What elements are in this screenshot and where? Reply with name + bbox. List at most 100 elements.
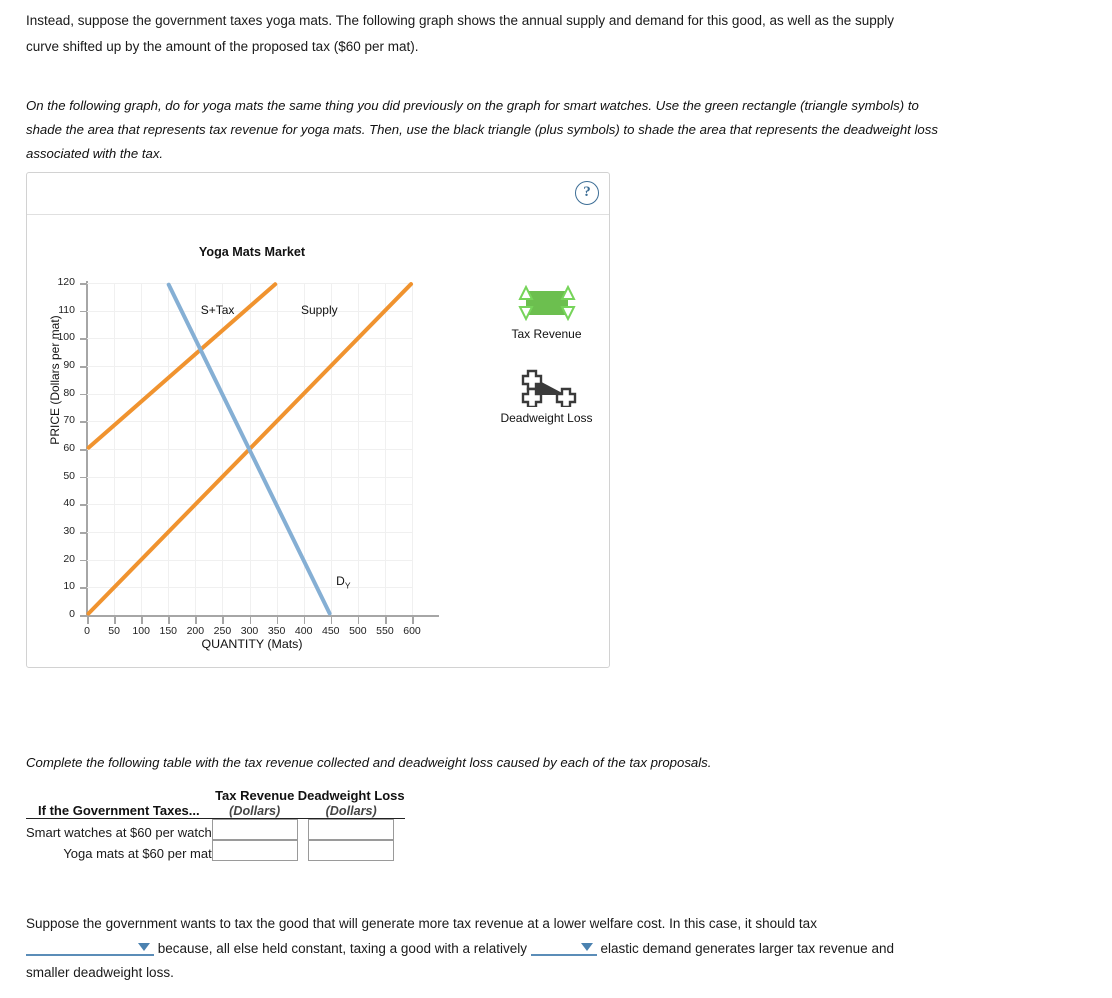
- gridline-horizontal: [87, 283, 412, 284]
- legend-item-tax-revenue[interactable]: Tax Revenue: [474, 283, 619, 341]
- gridline-horizontal: [87, 504, 412, 506]
- chart-title: Yoga Mats Market: [198, 245, 306, 259]
- green-rectangle-triangle-handles-icon: [517, 285, 576, 321]
- y-axis-tick: [80, 310, 87, 313]
- cell-yoga-mats-tax-revenue: [211, 840, 298, 861]
- x-axis-tick: [412, 617, 414, 624]
- x-axis-tick: [222, 617, 224, 624]
- y-axis-tick: [80, 559, 87, 562]
- legend-label-deadweight-loss: Deadweight Loss: [500, 411, 593, 425]
- intro-paragraph: Instead, suppose the government taxes yo…: [26, 13, 895, 54]
- gridline-horizontal: [87, 338, 412, 340]
- y-axis-tick: [80, 449, 87, 451]
- x-axis-tick: [303, 617, 306, 624]
- y-axis-tick: [80, 338, 87, 340]
- x-axis-tick: [114, 617, 116, 624]
- x-axis-tick: [87, 617, 89, 624]
- x-axis-tick: [249, 617, 252, 624]
- tax-comparison-table: Tax Revenue Deadweight Loss If the Gover…: [26, 788, 405, 861]
- y-axis-tick-label: 40: [63, 497, 75, 510]
- gridline-horizontal: [87, 393, 412, 395]
- y-axis-tick-label: 70: [63, 414, 75, 427]
- good-select-dropdown[interactable]: [26, 939, 154, 956]
- column-units-tax-revenue: (Dollars): [211, 803, 298, 819]
- y-axis-tick: [80, 283, 87, 285]
- y-axis-tick-label: 50: [63, 469, 75, 482]
- gridline-horizontal: [87, 310, 412, 312]
- curve-label-supply: Supply: [300, 302, 338, 317]
- x-axis-tick: [168, 617, 170, 624]
- table-intro-paragraph: Complete the following table with the ta…: [26, 755, 712, 770]
- closing-text-part1: Suppose the government wants to tax the …: [26, 916, 817, 931]
- gridline-horizontal: [87, 421, 412, 423]
- x-axis-tick: [384, 617, 387, 624]
- table-row: Smart watches at $60 per watch: [26, 819, 405, 840]
- graph-panel-header: ?: [27, 173, 609, 215]
- table-header-row-titles: Tax Revenue Deadweight Loss: [26, 788, 405, 803]
- closing-text-part2: because, all else held constant, taxing …: [157, 940, 527, 956]
- y-axis-tick-label: 100: [57, 331, 75, 344]
- green-rectangle-icon[interactable]: [474, 283, 619, 323]
- chevron-down-icon: [580, 942, 593, 951]
- input-yoga-mats-tax-revenue[interactable]: [211, 840, 298, 861]
- row-label-yoga-mats: Yoga mats at $60 per mat: [63, 846, 212, 861]
- y-axis-tick: [80, 393, 87, 396]
- gridline-horizontal: [87, 587, 412, 589]
- column-title-tax-revenue: Tax Revenue: [215, 788, 295, 803]
- y-axis-tick-label: 20: [63, 552, 75, 565]
- y-axis-tick-label: 90: [63, 359, 75, 371]
- y-axis-tick-label: 0: [69, 608, 75, 620]
- chevron-down-icon: [138, 942, 150, 951]
- column-units-deadweight-loss: (Dollars): [297, 803, 405, 819]
- worksheet-page: Instead, suppose the government taxes yo…: [0, 0, 1112, 998]
- gridline-horizontal: [87, 366, 412, 367]
- row-label-smart-watches: Smart watches at $60 per watch: [26, 825, 212, 840]
- column-title-deadweight-loss: Deadweight Loss: [297, 788, 405, 803]
- legend-palette: Tax Revenue Deadweight Loss: [474, 283, 619, 451]
- y-axis-tick-label: 30: [63, 525, 75, 537]
- y-axis-tick: [80, 366, 87, 368]
- y-axis-tick: [80, 587, 87, 589]
- x-axis-tick: [195, 617, 197, 624]
- input-smart-watches-tax-revenue[interactable]: [211, 819, 298, 840]
- y-axis-tick-label: 120: [57, 276, 75, 288]
- black-triangle-plus-handles-icon: [521, 369, 576, 407]
- cell-smart-watches-deadweight-loss: [298, 819, 405, 840]
- graph-panel: ? Yoga Mats Market QUANTITY (Mats) PRICE…: [26, 172, 610, 668]
- x-axis-tick: [330, 617, 333, 624]
- y-axis-tick: [80, 421, 87, 423]
- y-axis-tick-label: 110: [58, 303, 75, 316]
- y-axis-tick-label: 60: [63, 442, 75, 454]
- y-axis-tick: [80, 532, 87, 534]
- gridline-vertical: [412, 283, 413, 615]
- row-header-label: If the Government Taxes...: [26, 803, 212, 819]
- input-smart-watches-deadweight-loss[interactable]: [308, 819, 395, 840]
- curve-label-s-plus-tax: S+Tax: [200, 302, 235, 317]
- instruction-paragraph: On the following graph, do for yoga mats…: [26, 98, 938, 161]
- black-triangle-icon[interactable]: [474, 367, 619, 407]
- gridline-horizontal: [87, 476, 412, 478]
- y-axis-tick-label: 10: [63, 580, 75, 593]
- curve-label-demand: DY: [336, 573, 351, 591]
- y-axis-tick: [80, 615, 87, 617]
- help-icon[interactable]: ?: [575, 181, 599, 205]
- x-axis-tick-label: 600: [403, 625, 421, 637]
- y-axis-tick: [80, 504, 87, 506]
- gridline-horizontal: [87, 532, 412, 533]
- x-axis-tick: [357, 617, 360, 624]
- cell-smart-watches-tax-revenue: [211, 819, 298, 840]
- legend-label-tax-revenue: Tax Revenue: [511, 327, 582, 341]
- table-row: Yoga mats at $60 per mat: [26, 840, 405, 861]
- x-axis-title: QUANTITY (Mats): [201, 637, 303, 651]
- header-spacer: [26, 788, 212, 803]
- y-axis-tick: [80, 476, 87, 479]
- elasticity-select-dropdown[interactable]: [530, 939, 597, 956]
- x-axis-tick: [141, 617, 143, 624]
- plot-area[interactable]: [85, 281, 414, 617]
- input-yoga-mats-deadweight-loss[interactable]: [308, 840, 395, 861]
- y-axis-tick-label: 80: [63, 386, 75, 399]
- closing-paragraph: Suppose the government wants to tax the …: [26, 912, 936, 986]
- cell-yoga-mats-deadweight-loss: [298, 840, 405, 861]
- table-header-row-units: If the Government Taxes... (Dollars) (Do…: [26, 803, 405, 819]
- legend-item-deadweight-loss[interactable]: Deadweight Loss: [474, 367, 619, 425]
